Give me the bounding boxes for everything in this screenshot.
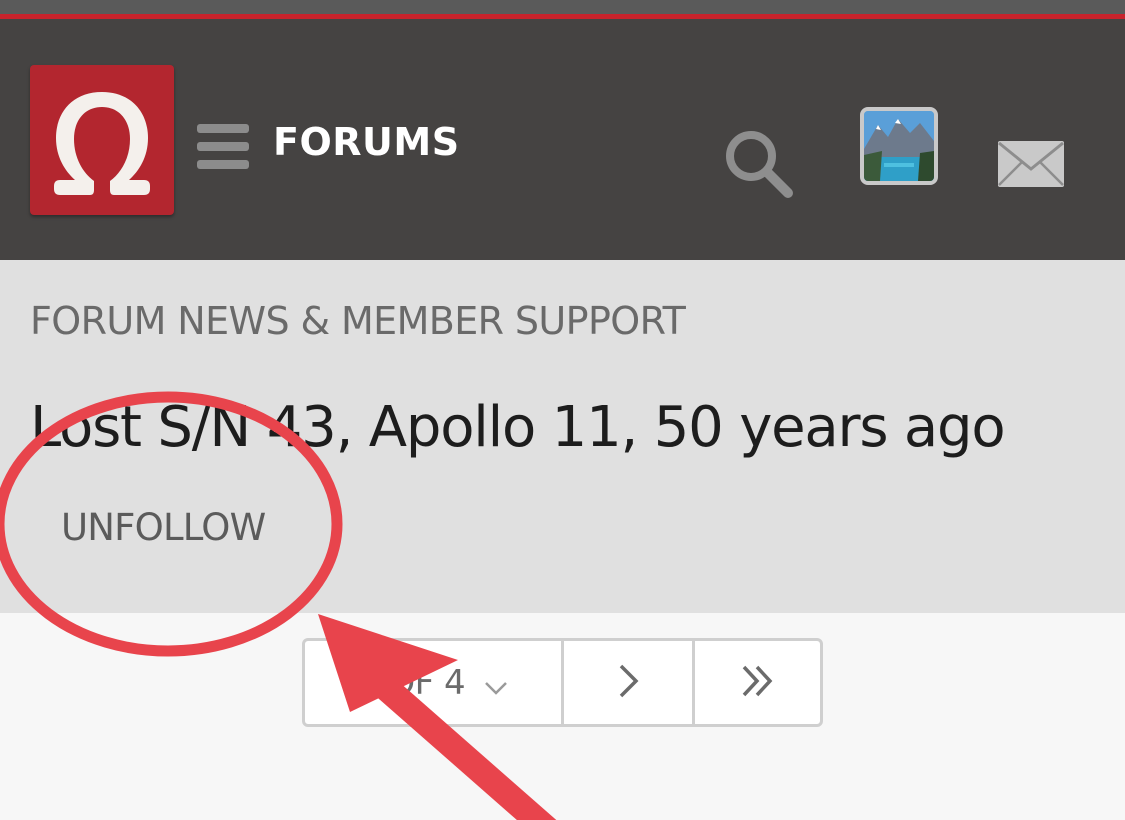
page-select-dropdown[interactable]: 1 OF 4: [305, 641, 564, 724]
mail-envelope-icon[interactable]: [996, 139, 1066, 189]
user-avatar[interactable]: [860, 107, 938, 185]
hamburger-menu-icon[interactable]: [197, 122, 251, 170]
thread-header-section: FORUM NEWS & MEMBER SUPPORT Lost S/N 43,…: [0, 260, 1125, 613]
unfollow-button[interactable]: UNFOLLOW: [61, 506, 266, 550]
omega-logo-icon[interactable]: [30, 65, 174, 215]
chevron-right-icon: [615, 663, 641, 703]
site-header: FORUMS: [0, 19, 1125, 260]
next-page-button[interactable]: [564, 641, 695, 724]
breadcrumb[interactable]: FORUM NEWS & MEMBER SUPPORT: [30, 298, 686, 344]
page-indicator: 1 OF 4: [356, 662, 466, 703]
thread-title: Lost S/N 43, Apollo 11, 50 years ago: [30, 395, 1006, 460]
chevron-down-icon: [483, 670, 509, 696]
forum-thread-screen: FORUMS FORUM NEWS & MEMBER SUPPORT Lost …: [0, 0, 1125, 820]
forums-title[interactable]: FORUMS: [273, 115, 460, 169]
search-icon[interactable]: [722, 127, 796, 201]
last-page-button[interactable]: [695, 641, 820, 724]
double-chevron-right-icon: [740, 663, 776, 703]
top-status-strip: [0, 0, 1125, 14]
pagination: 1 OF 4: [302, 638, 823, 727]
